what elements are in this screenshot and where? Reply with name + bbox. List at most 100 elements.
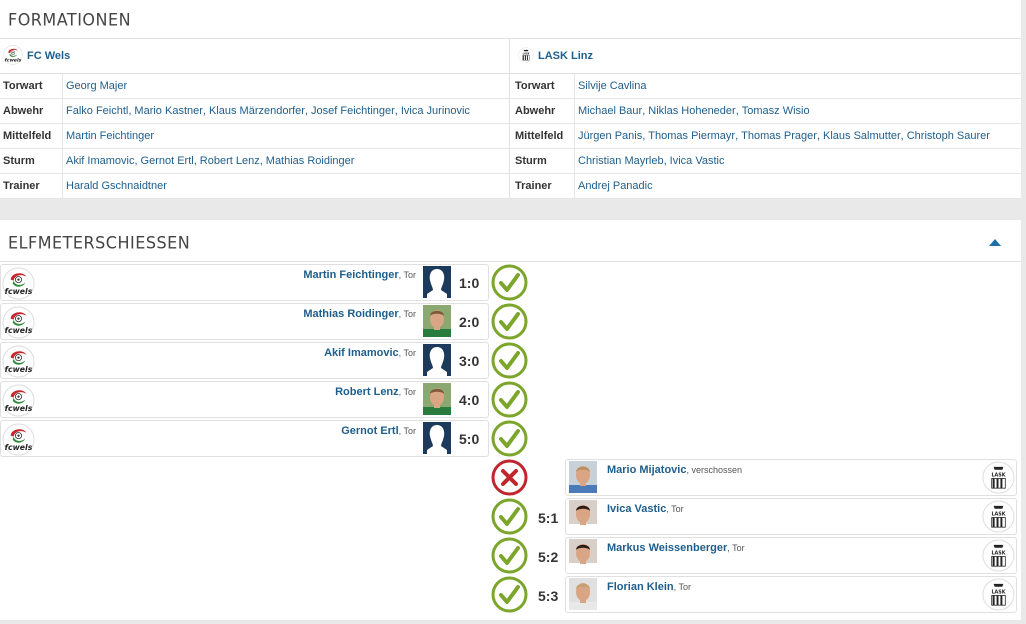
check-icon bbox=[491, 342, 528, 379]
fc-wels-logo: fcwels bbox=[2, 384, 35, 420]
formation-row: Mittelfeld Martin Feichtinger Mittelfeld Jü… bbox=[0, 124, 1021, 149]
away-players: Christian Mayrleb, Ivica Vastic bbox=[575, 149, 724, 173]
player-separator: , bbox=[128, 105, 132, 117]
away-player-link[interactable]: Thomas Piermayr bbox=[648, 130, 735, 142]
formations-table: fcwels FC Wels LASK LASK Linz Torwart Geo… bbox=[0, 39, 1021, 199]
away-player-link[interactable]: Tomasz Wisio bbox=[742, 105, 810, 117]
penalty-player-info: Markus Weissenberger, Tor bbox=[607, 542, 745, 554]
home-team-cell: fcwels FC Wels bbox=[0, 39, 510, 73]
away-player-link[interactable]: Michael Baur bbox=[578, 105, 642, 117]
home-position-label: Torwart bbox=[0, 74, 63, 98]
penalty-player-name[interactable]: Akif Imamovic bbox=[324, 347, 399, 359]
home-player-link[interactable]: Ivica Jurinovic bbox=[401, 105, 470, 117]
penalty-score: 5:0 bbox=[459, 431, 480, 447]
home-player-link[interactable]: Josef Feichtinger bbox=[311, 105, 395, 117]
svg-text:LASK: LASK bbox=[991, 473, 1005, 479]
home-formation-cell: Trainer Harald Gschnaidtner bbox=[0, 174, 510, 198]
svg-text:LASK: LASK bbox=[991, 590, 1005, 596]
player-separator: , bbox=[816, 130, 821, 142]
svg-text:LASK: LASK bbox=[523, 52, 530, 55]
penalty-player-info: Gernot Ertl, Tor bbox=[341, 425, 416, 437]
penalty-player-name[interactable]: Markus Weissenberger bbox=[607, 542, 727, 554]
penalty-player-info: Martin Feichtinger, Tor bbox=[303, 269, 416, 281]
home-player-link[interactable]: Gernot Ertl bbox=[141, 155, 194, 167]
home-team-name[interactable]: FC Wels bbox=[27, 50, 70, 62]
penalty-player-info: Ivica Vastic, Tor bbox=[607, 503, 684, 515]
away-player-link[interactable]: Christoph Saurer bbox=[907, 130, 990, 142]
away-player-link[interactable]: Klaus Salmutter bbox=[823, 130, 901, 142]
away-player-link[interactable]: Christian Mayrleb bbox=[578, 155, 664, 167]
player-photo bbox=[569, 461, 597, 493]
penalty-row: fcwels Akif Imamovic, Tor 3:0 bbox=[0, 342, 528, 379]
away-player-link[interactable]: Niklas Hoheneder bbox=[648, 105, 735, 117]
formation-row: Sturm Akif Imamovic, Gernot Ertl, Robert Le… bbox=[0, 149, 1021, 174]
away-position-label: Abwehr bbox=[510, 99, 575, 123]
penalty-row: LASK Ivica Vastic, Tor 5:1 bbox=[489, 498, 1021, 535]
chevron-up-icon[interactable] bbox=[989, 239, 1001, 246]
penalty-score: 5:1 bbox=[538, 510, 559, 526]
home-player-link[interactable]: Akif Imamovic bbox=[66, 155, 134, 167]
player-photo bbox=[423, 422, 451, 454]
player-photo bbox=[423, 266, 451, 298]
penalty-result-note: , Tor bbox=[727, 543, 745, 553]
cross-icon bbox=[491, 459, 528, 496]
home-player-link[interactable]: Mario Kastner bbox=[134, 105, 202, 117]
svg-text:fcwels: fcwels bbox=[5, 404, 33, 413]
penalty-score: 2:0 bbox=[459, 314, 480, 330]
away-player-link[interactable]: Ivica Vastic bbox=[670, 155, 725, 167]
penalty-player-name[interactable]: Mario Mijatovic bbox=[607, 464, 686, 476]
formations-title: FORMATIONEN bbox=[8, 9, 132, 30]
away-formation-cell: Abwehr Michael Baur, Niklas Hoheneder, Toma… bbox=[510, 99, 1021, 123]
penalty-player-name[interactable]: Martin Feichtinger bbox=[303, 269, 398, 281]
penalty-result-note: , Tor bbox=[398, 348, 416, 358]
fc-wels-logo: fcwels bbox=[2, 423, 35, 459]
formation-row: Abwehr Falko Feichtl, Mario Kastner, Klaus … bbox=[0, 99, 1021, 124]
home-player-link[interactable]: Robert Lenz bbox=[200, 155, 260, 167]
away-team-cell: LASK LASK Linz bbox=[510, 39, 1021, 73]
player-separator: , bbox=[394, 105, 398, 117]
player-photo bbox=[569, 539, 597, 571]
svg-text:fcwels: fcwels bbox=[5, 443, 33, 452]
away-player-link[interactable]: Andrej Panadic bbox=[578, 180, 653, 192]
svg-text:fcwels: fcwels bbox=[5, 287, 33, 296]
away-team-name[interactable]: LASK Linz bbox=[538, 50, 593, 62]
penalty-player-name[interactable]: Gernot Ertl bbox=[341, 425, 398, 437]
penalty-header: ELFMETERSCHIESSEN bbox=[0, 220, 1021, 262]
home-player-link[interactable]: Martin Feichtinger bbox=[66, 130, 154, 142]
formation-rows: Torwart Georg Majer Torwart Silvije Cavlina… bbox=[0, 74, 1021, 199]
penalty-score: 4:0 bbox=[459, 392, 480, 408]
home-player-link[interactable]: Falko Feichtl bbox=[66, 105, 128, 117]
home-player-link[interactable]: Georg Majer bbox=[66, 80, 127, 92]
away-players: Jürgen Panis, Thomas Piermayr, Thomas Prag… bbox=[575, 124, 990, 148]
penalty-player-info: Mathias Roidinger, Tor bbox=[303, 308, 416, 320]
penalty-row: LASK Markus Weissenberger, Tor 5:2 bbox=[489, 537, 1021, 574]
formations-header: FORMATIONEN bbox=[0, 0, 1021, 39]
player-separator: , bbox=[134, 155, 138, 167]
away-formation-cell: Torwart Silvije Cavlina bbox=[510, 74, 1021, 98]
check-icon bbox=[491, 576, 528, 613]
penalty-player-name[interactable]: Ivica Vastic bbox=[607, 503, 666, 515]
away-player-link[interactable]: Thomas Prager bbox=[741, 130, 817, 142]
player-separator: , bbox=[304, 105, 309, 117]
penalty-result-note: , Tor bbox=[398, 270, 416, 280]
home-players: Akif Imamovic, Gernot Ertl, Robert Lenz, Ma… bbox=[63, 149, 354, 173]
home-player-link[interactable]: Klaus Märzendorfer bbox=[209, 105, 305, 117]
check-icon bbox=[491, 303, 528, 340]
away-player-link[interactable]: Silvije Cavlina bbox=[578, 80, 646, 92]
home-formation-cell: Abwehr Falko Feichtl, Mario Kastner, Klaus … bbox=[0, 99, 510, 123]
home-player-link[interactable]: Harald Gschnaidtner bbox=[66, 180, 167, 192]
home-players: Harald Gschnaidtner bbox=[63, 174, 167, 198]
home-player-link[interactable]: Mathias Roidinger bbox=[266, 155, 355, 167]
penalty-player-info: Mario Mijatovic, verschossen bbox=[607, 464, 742, 476]
away-player-link[interactable]: Jürgen Panis bbox=[578, 130, 642, 142]
penalty-player-name[interactable]: Robert Lenz bbox=[335, 386, 399, 398]
penalty-score: 3:0 bbox=[459, 353, 480, 369]
penalty-player-name[interactable]: Florian Klein bbox=[607, 581, 674, 593]
svg-text:fcwels: fcwels bbox=[5, 365, 33, 374]
player-separator: , bbox=[900, 130, 904, 142]
home-formation-cell: Torwart Georg Majer bbox=[0, 74, 510, 98]
penalty-player-name[interactable]: Mathias Roidinger bbox=[303, 308, 398, 320]
formations-panel: FORMATIONEN fcwels FC Wels LASK LASK Lin… bbox=[0, 0, 1021, 199]
away-players: Andrej Panadic bbox=[575, 174, 653, 198]
home-players: Georg Majer bbox=[63, 74, 127, 98]
